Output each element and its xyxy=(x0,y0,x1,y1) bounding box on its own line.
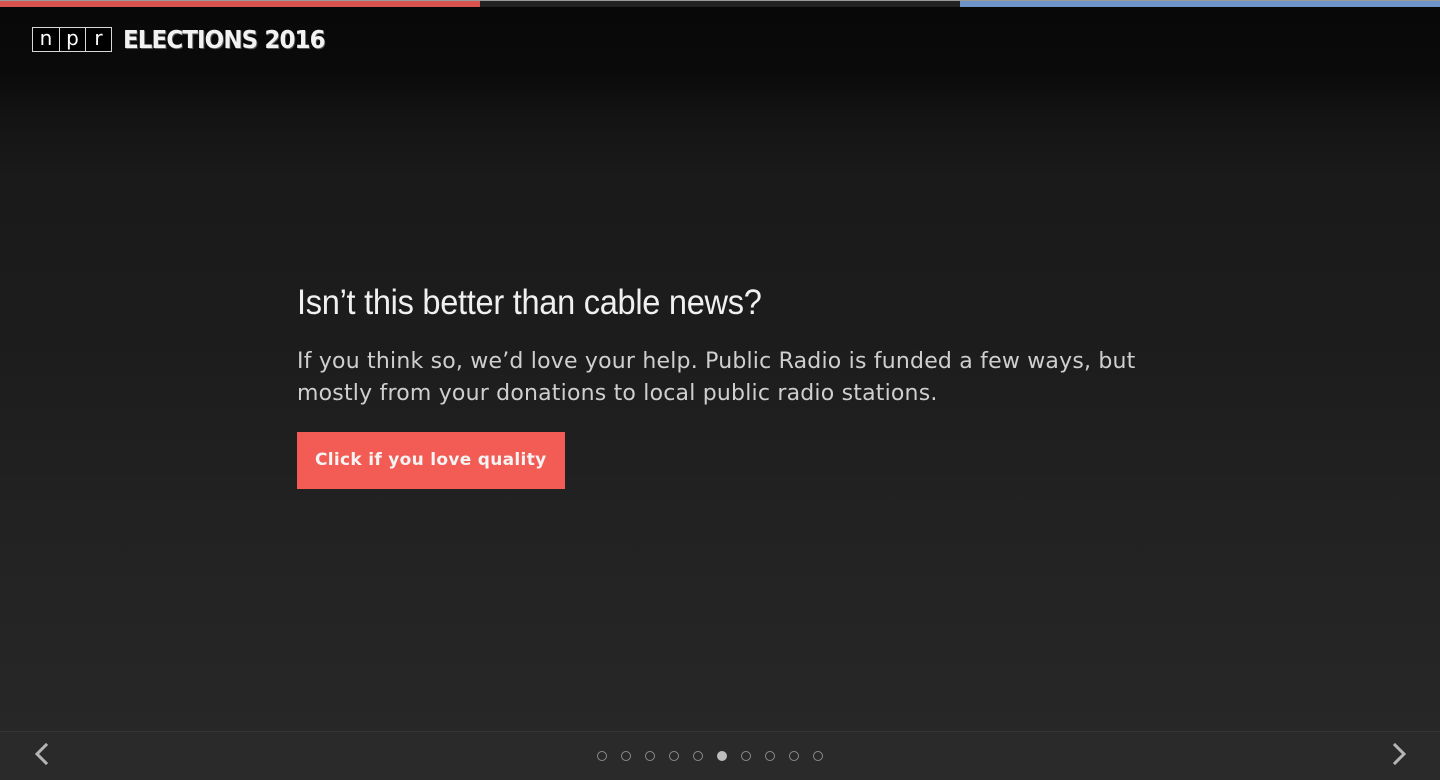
pagination-dot[interactable] xyxy=(765,751,775,761)
chevron-left-icon xyxy=(34,742,49,766)
pagination-dot-active[interactable] xyxy=(717,751,727,761)
header: n p r ELECTIONS 2016 xyxy=(32,25,342,54)
pagination-dot[interactable] xyxy=(669,751,679,761)
slide-body-text: If you think so, we’d love your help. Pu… xyxy=(297,349,1136,406)
pagination-dot[interactable] xyxy=(621,751,631,761)
pagination-dot[interactable] xyxy=(645,751,655,761)
previous-slide-button[interactable] xyxy=(28,740,58,770)
pagination-dot[interactable] xyxy=(813,751,823,761)
progress-segment-neutral xyxy=(480,1,960,7)
election-progress-bar xyxy=(0,0,1440,7)
chevron-right-icon xyxy=(1392,742,1407,766)
pagination-dot[interactable] xyxy=(789,751,799,761)
slide-pagination xyxy=(597,751,823,761)
npr-logo-letter: p xyxy=(59,28,85,51)
slide-navigation xyxy=(0,731,1440,780)
npr-logo[interactable]: n p r xyxy=(32,27,112,52)
slide-stage: n p r ELECTIONS 2016 Isn’t this better t… xyxy=(0,0,1440,780)
brand-title[interactable]: ELECTIONS 2016 xyxy=(123,25,326,54)
progress-segment-red xyxy=(0,1,480,7)
next-slide-button[interactable] xyxy=(1384,740,1414,770)
slide-content: Isn’t this better than cable news? If yo… xyxy=(297,282,1157,489)
npr-logo-letter: n xyxy=(33,28,59,51)
pagination-dot[interactable] xyxy=(597,751,607,761)
donate-button[interactable]: Click if you love quality xyxy=(297,432,565,489)
npr-logo-letter: r xyxy=(85,28,111,51)
pagination-dot[interactable] xyxy=(693,751,703,761)
pagination-dot[interactable] xyxy=(741,751,751,761)
slide-headline: Isn’t this better than cable news? xyxy=(297,283,762,322)
progress-segment-blue xyxy=(960,1,1440,7)
